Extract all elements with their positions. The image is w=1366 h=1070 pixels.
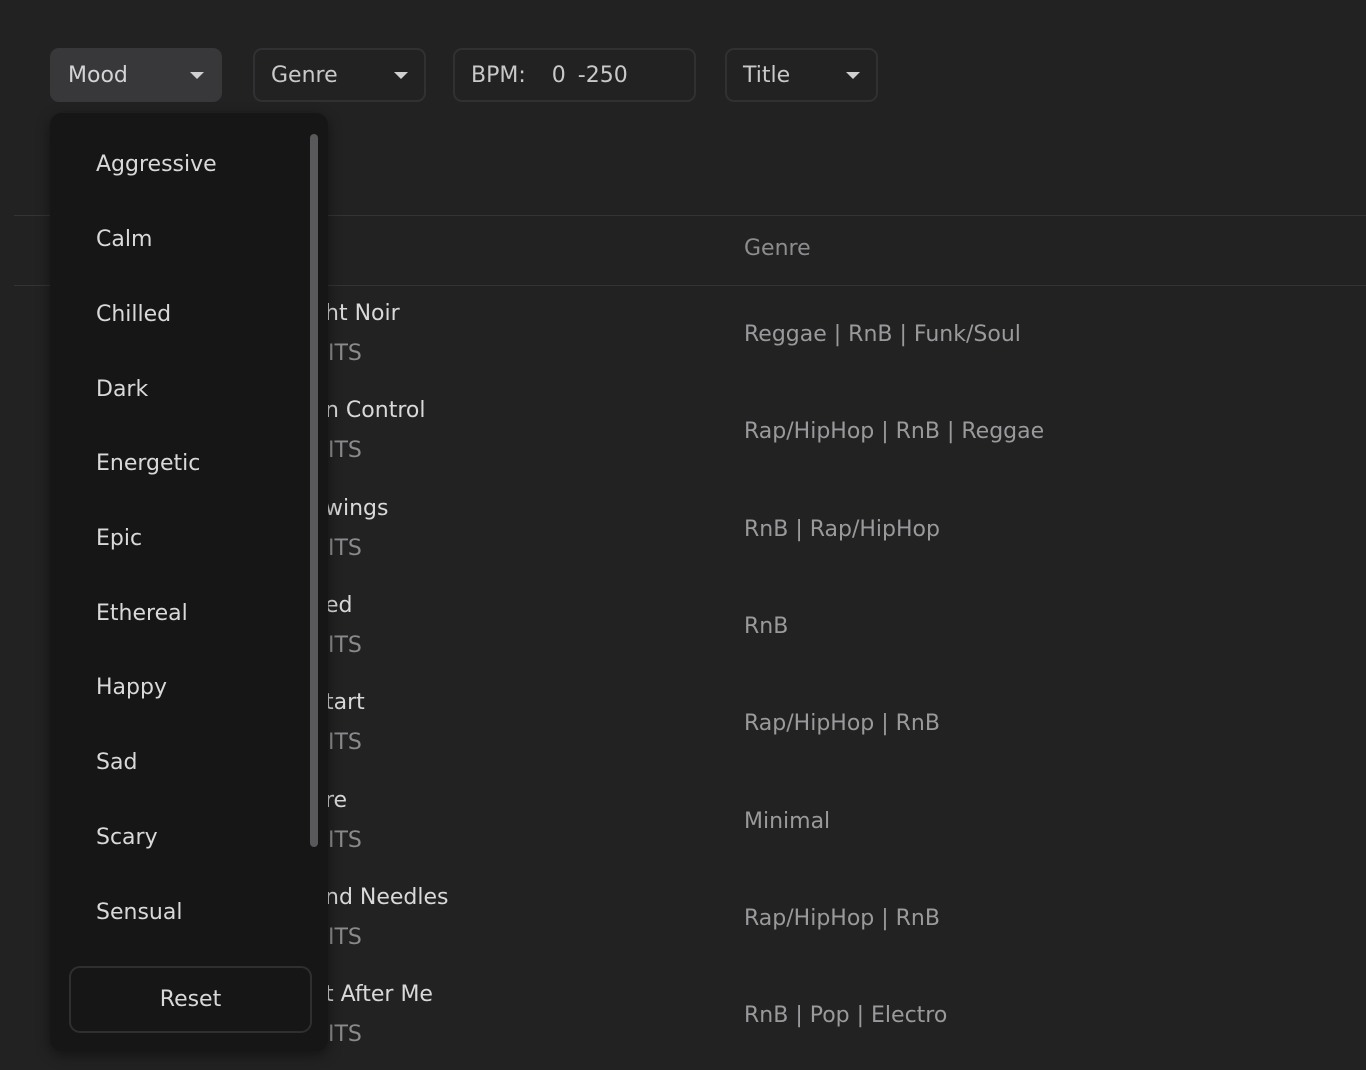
mood-option-scary[interactable]: Scary: [96, 825, 158, 850]
track-title[interactable]: re: [325, 788, 347, 813]
chevron-down-icon: [190, 71, 204, 79]
mood-option-chilled[interactable]: Chilled: [96, 302, 171, 327]
track-genre: RnB | Pop | Electro: [744, 1003, 948, 1028]
mood-filter-label: Mood: [68, 62, 128, 88]
chevron-down-icon: [846, 71, 860, 79]
track-artist[interactable]: ITS: [328, 925, 362, 950]
track-title[interactable]: t After Me: [325, 982, 433, 1007]
track-artist[interactable]: ITS: [328, 438, 362, 463]
track-artist[interactable]: ITS: [328, 828, 362, 853]
bpm-filter: BPM: 0 -250: [453, 48, 696, 102]
track-genre: Rap/HipHop | RnB: [744, 711, 940, 736]
mood-filter-dropdown[interactable]: Mood: [50, 48, 222, 102]
track-genre: Rap/HipHop | RnB | Reggae: [744, 419, 1045, 444]
genre-filter-dropdown[interactable]: Genre: [253, 48, 426, 102]
title-filter-label: Title: [743, 62, 791, 88]
bpm-label: BPM:: [471, 62, 526, 88]
mood-option-dark[interactable]: Dark: [96, 377, 148, 402]
track-artist[interactable]: ITS: [328, 633, 362, 658]
mood-option-calm[interactable]: Calm: [96, 227, 152, 252]
track-genre: RnB | Rap/HipHop: [744, 517, 940, 542]
track-title[interactable]: tart: [325, 690, 365, 715]
mood-option-sensual[interactable]: Sensual: [96, 900, 182, 925]
chevron-down-icon: [394, 71, 408, 79]
track-genre: Rap/HipHop | RnB: [744, 906, 940, 931]
track-artist[interactable]: ITS: [328, 1022, 362, 1047]
bpm-max-input[interactable]: -250: [578, 63, 628, 88]
track-genre: Minimal: [744, 809, 831, 834]
page: Mood Genre BPM: 0 -250 Title Genre ht No…: [0, 0, 1366, 1070]
genre-filter-label: Genre: [271, 62, 338, 88]
track-genre: Reggae | RnB | Funk/Soul: [744, 322, 1021, 347]
genre-column-header: Genre: [744, 236, 811, 261]
mood-option-sad[interactable]: Sad: [96, 750, 137, 775]
track-artist[interactable]: ITS: [328, 536, 362, 561]
track-title[interactable]: ed: [325, 593, 353, 618]
bpm-min-input[interactable]: 0: [552, 63, 566, 88]
reset-button[interactable]: Reset: [69, 966, 312, 1033]
mood-option-ethereal[interactable]: Ethereal: [96, 601, 188, 626]
track-title[interactable]: n Control: [325, 398, 425, 423]
dropdown-scrollbar[interactable]: [310, 134, 318, 847]
track-title[interactable]: wings: [325, 496, 388, 521]
track-genre: RnB: [744, 614, 789, 639]
track-artist[interactable]: ITS: [328, 341, 362, 366]
track-title[interactable]: nd Needles: [325, 885, 449, 910]
mood-option-happy[interactable]: Happy: [96, 675, 167, 700]
mood-option-energetic[interactable]: Energetic: [96, 451, 200, 476]
mood-dropdown-menu: Aggressive Calm Chilled Dark Energetic E…: [50, 113, 328, 1051]
title-filter-dropdown[interactable]: Title: [725, 48, 878, 102]
mood-option-epic[interactable]: Epic: [96, 526, 142, 551]
track-artist[interactable]: ITS: [328, 730, 362, 755]
mood-option-aggressive[interactable]: Aggressive: [96, 152, 217, 177]
track-title[interactable]: ht Noir: [325, 301, 400, 326]
